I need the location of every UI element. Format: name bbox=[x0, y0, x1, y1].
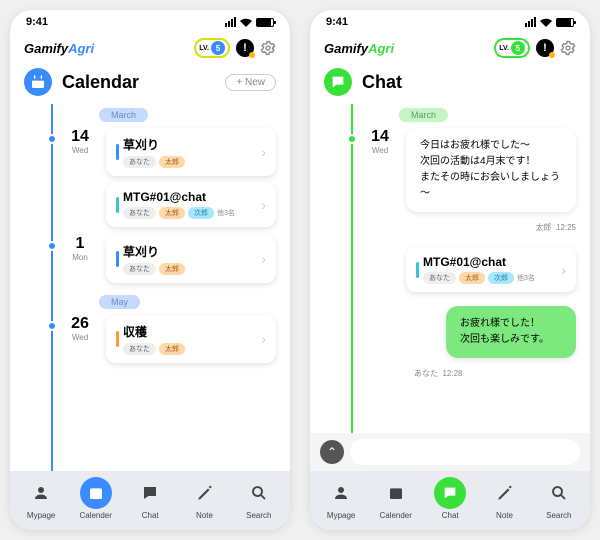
search-icon bbox=[243, 477, 275, 509]
calendar-icon bbox=[380, 477, 412, 509]
signal-icon bbox=[225, 17, 236, 27]
nav-mypage[interactable]: Mypage bbox=[325, 477, 357, 520]
day-date: 1 Mon bbox=[62, 235, 98, 283]
nav-note[interactable]: Note bbox=[189, 477, 221, 520]
app-logo: GamifyAgri bbox=[24, 41, 94, 56]
status-icons bbox=[225, 17, 274, 27]
event-card[interactable]: MTG#01@chat あなた太郎次郎他3名 › bbox=[106, 182, 276, 227]
chevron-right-icon: › bbox=[261, 144, 266, 160]
day-group: 26 Wed 収穫 あなた太郎 › bbox=[24, 315, 276, 363]
person-icon bbox=[25, 477, 57, 509]
page-title-row: Calendar + New bbox=[10, 66, 290, 104]
timeline-dot bbox=[47, 134, 57, 144]
page-title: Calendar bbox=[62, 72, 215, 93]
app-header: GamifyAgri LV.5 ! bbox=[10, 34, 290, 66]
month-label: March bbox=[99, 108, 148, 122]
event-card[interactable]: 草刈り あなた太郎 › bbox=[106, 128, 276, 176]
chevron-right-icon: › bbox=[261, 197, 266, 213]
day-date: 14 Wed bbox=[62, 128, 98, 227]
nav-calendar[interactable]: Calender bbox=[379, 477, 411, 520]
nav-mypage[interactable]: Mypage bbox=[25, 477, 57, 520]
nav-note[interactable]: Note bbox=[489, 477, 521, 520]
event-color-bar bbox=[116, 144, 119, 160]
bottom-nav: Mypage Calender Chat Note Search bbox=[10, 471, 290, 530]
status-bar: 9:41 bbox=[310, 10, 590, 34]
event-card[interactable]: 収穫 あなた太郎 › bbox=[106, 315, 276, 363]
chevron-right-icon: › bbox=[561, 262, 566, 278]
event-card[interactable]: MTG#01@chat あなた太郎次郎他3名 › bbox=[406, 247, 576, 292]
level-badge[interactable]: LV.5 bbox=[194, 38, 230, 58]
day-date: 26 Wed bbox=[62, 315, 98, 363]
status-time: 9:41 bbox=[26, 16, 48, 28]
new-button[interactable]: + New bbox=[225, 74, 276, 91]
event-color-bar bbox=[116, 251, 119, 267]
page-title-row: Chat bbox=[310, 66, 590, 104]
nav-search[interactable]: Search bbox=[243, 477, 275, 520]
calendar-icon bbox=[24, 68, 52, 96]
chat-screen: 9:41 GamifyAgri LV.5 ! Chat March 14 Wed bbox=[310, 10, 590, 530]
status-icons bbox=[525, 17, 574, 27]
day-date: 14 Wed bbox=[362, 128, 398, 387]
chat-icon bbox=[134, 477, 166, 509]
day-group: 14 Wed 今日はお疲れ様でした～ 次回の活動は4月末です！ またその時にお会… bbox=[324, 128, 576, 387]
nav-search[interactable]: Search bbox=[543, 477, 575, 520]
battery-icon bbox=[256, 18, 274, 27]
chevron-right-icon: › bbox=[261, 251, 266, 267]
day-group: 1 Mon 草刈り あなた太郎 › bbox=[24, 235, 276, 283]
note-icon bbox=[489, 477, 521, 509]
wifi-icon bbox=[240, 18, 252, 27]
chat-input[interactable] bbox=[350, 439, 580, 465]
gear-icon[interactable] bbox=[560, 40, 576, 56]
app-logo: GamifyAgri bbox=[324, 41, 394, 56]
month-label: May bbox=[99, 295, 140, 309]
chat-icon bbox=[324, 68, 352, 96]
status-time: 9:41 bbox=[326, 16, 348, 28]
message-meta: あなた 12:28 bbox=[406, 368, 576, 379]
calendar-screen: 9:41 GamifyAgri LV.5 ! Calendar + New Ma… bbox=[10, 10, 290, 530]
level-badge[interactable]: LV.5 bbox=[494, 38, 530, 58]
bottom-nav: Mypage Calender Chat Note Search bbox=[310, 471, 590, 530]
chat-content[interactable]: March 14 Wed 今日はお疲れ様でした～ 次回の活動は4月末です！ また… bbox=[310, 104, 590, 433]
nav-chat[interactable]: Chat bbox=[434, 477, 466, 520]
app-header: GamifyAgri LV.5 ! bbox=[310, 34, 590, 66]
event-card[interactable]: 草刈り あなた太郎 › bbox=[106, 235, 276, 283]
timeline-dot bbox=[347, 134, 357, 144]
gear-icon[interactable] bbox=[260, 40, 276, 56]
event-color-bar bbox=[116, 197, 119, 213]
status-bar: 9:41 bbox=[10, 10, 290, 34]
calendar-icon bbox=[80, 477, 112, 509]
alert-icon[interactable]: ! bbox=[536, 39, 554, 57]
month-label: March bbox=[399, 108, 448, 122]
timeline-dot bbox=[47, 321, 57, 331]
chevron-right-icon: › bbox=[261, 331, 266, 347]
day-group: 14 Wed 草刈り あなた太郎 › MTG#01@chat あなた太郎次郎 bbox=[24, 128, 276, 227]
signal-icon bbox=[525, 17, 536, 27]
nav-chat[interactable]: Chat bbox=[134, 477, 166, 520]
alert-icon[interactable]: ! bbox=[236, 39, 254, 57]
page-title: Chat bbox=[362, 72, 576, 93]
chat-input-row: ⌃ bbox=[310, 433, 590, 471]
search-icon bbox=[543, 477, 575, 509]
event-color-bar bbox=[416, 262, 419, 278]
outgoing-message: お疲れ様でした！ 次回も楽しみです。 bbox=[446, 306, 576, 358]
battery-icon bbox=[556, 18, 574, 27]
incoming-message: 今日はお疲れ様でした～ 次回の活動は4月末です！ またその時にお会いしましょう～ bbox=[406, 128, 576, 212]
event-color-bar bbox=[116, 331, 119, 347]
person-icon bbox=[325, 477, 357, 509]
chat-icon bbox=[434, 477, 466, 509]
timeline-dot bbox=[47, 241, 57, 251]
calendar-content[interactable]: March 14 Wed 草刈り あなた太郎 › bbox=[10, 104, 290, 471]
wifi-icon bbox=[540, 18, 552, 27]
message-meta: 太郎 12:25 bbox=[406, 222, 576, 233]
note-icon bbox=[189, 477, 221, 509]
nav-calendar[interactable]: Calender bbox=[79, 477, 111, 520]
chevron-up-icon[interactable]: ⌃ bbox=[320, 440, 344, 464]
